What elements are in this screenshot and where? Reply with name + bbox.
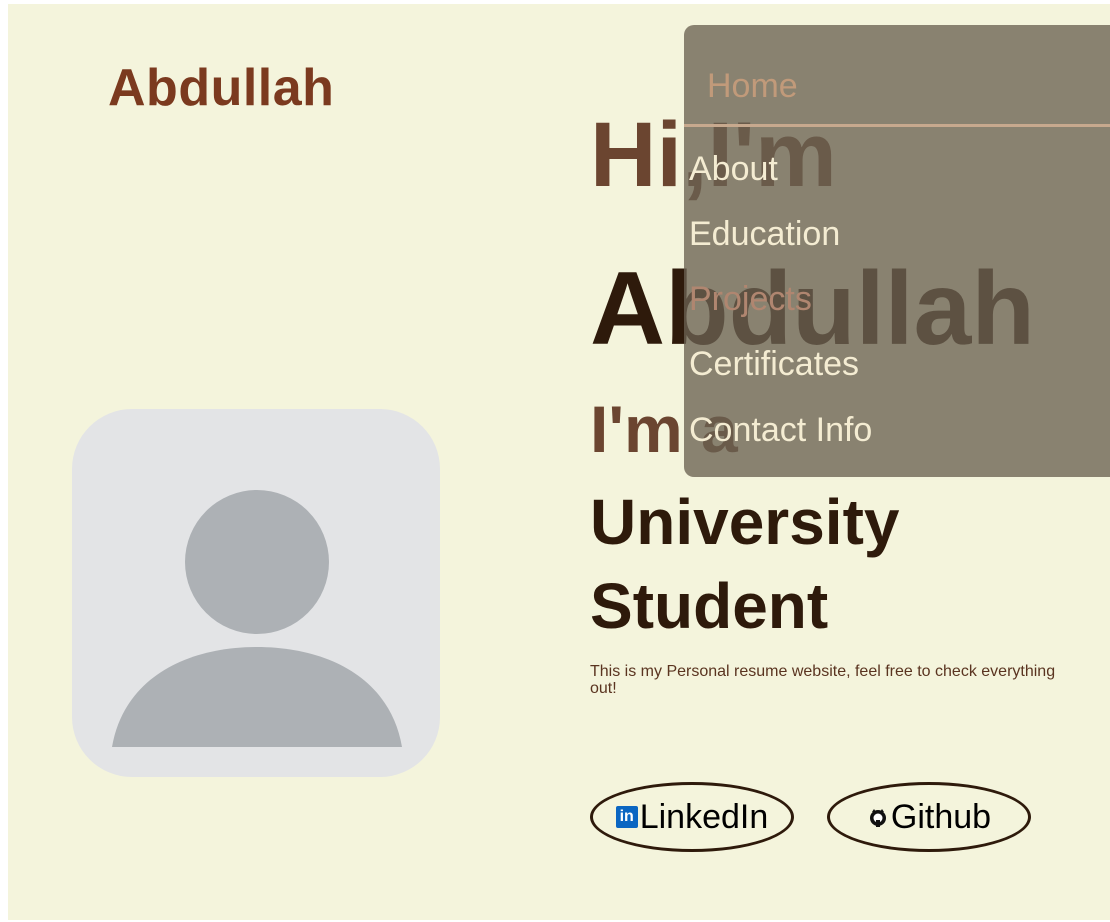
github-icon (869, 809, 886, 827)
nav-item-projects[interactable]: Projects (689, 280, 812, 319)
profile-avatar (72, 409, 440, 777)
nav-item-contact-info[interactable]: Contact Info (689, 411, 872, 450)
page: Abdullah Hi,I'm Abdullah I'm a Universit… (8, 4, 1110, 920)
nav-item-about[interactable]: About (689, 150, 778, 189)
nav-item-education[interactable]: Education (689, 215, 840, 254)
linkedin-label: LinkedIn (639, 797, 769, 836)
nav-item-certificates[interactable]: Certificates (689, 345, 859, 384)
github-label: Github (890, 797, 992, 836)
nav-item-home[interactable]: Home (707, 67, 798, 106)
nav-menu: Home About Education Projects Certificat… (684, 25, 1110, 477)
linkedin-icon: in (615, 806, 638, 828)
nav-divider (684, 124, 1110, 127)
hero-description: This is my Personal resume website, feel… (590, 663, 1056, 697)
github-button[interactable]: Github (827, 782, 1031, 852)
linkedin-button[interactable]: in LinkedIn (590, 782, 794, 852)
site-logo[interactable]: Abdullah (108, 58, 334, 118)
user-placeholder-icon (112, 490, 402, 747)
hero-role: University Student (590, 486, 900, 643)
